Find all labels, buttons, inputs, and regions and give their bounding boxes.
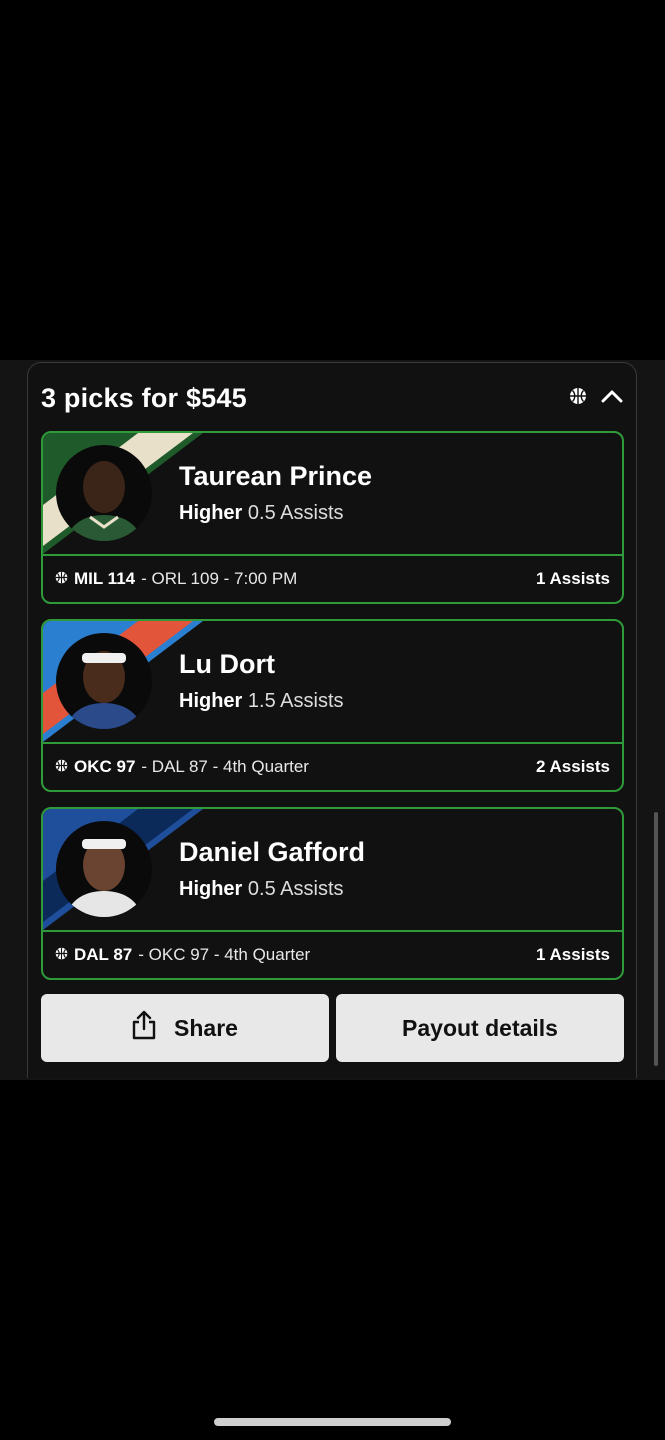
pick-card[interactable]: Lu Dort Higher 1.5 Assists OKC 97 - DAL … — [41, 619, 624, 792]
pick-summary: Daniel Gafford Higher 0.5 Assists — [43, 809, 622, 930]
game-matchup: - DAL 87 - 4th Quarter — [141, 757, 309, 776]
basketball-icon — [55, 945, 68, 965]
pick-direction: Higher — [179, 878, 243, 900]
card-title: 3 picks for $545 — [41, 382, 247, 413]
pick-line: Higher 0.5 Assists — [179, 502, 344, 525]
team-score: MIL 114 — [74, 569, 136, 588]
pick-card[interactable]: Daniel Gafford Higher 0.5 Assists DAL 87… — [41, 807, 624, 980]
scrollbar[interactable] — [654, 812, 658, 1066]
card-header: 3 picks for $545 — [41, 381, 623, 415]
basketball-icon — [55, 757, 68, 777]
pick-line: Higher 0.5 Assists — [179, 878, 344, 901]
pick-direction: Higher — [179, 690, 243, 712]
pick-summary: Taurean Prince Higher 0.5 Assists — [43, 433, 622, 554]
team-score: DAL 87 — [74, 945, 133, 964]
pick-result: 1 Assists — [535, 569, 610, 588]
player-avatar — [56, 821, 152, 917]
game-info: OKC 97 - DAL 87 - 4th Quarter — [55, 757, 309, 777]
pick-card[interactable]: Taurean Prince Higher 0.5 Assists MIL 11… — [41, 431, 624, 604]
pick-game-row: MIL 114 - ORL 109 - 7:00 PM 1 Assists — [43, 556, 622, 602]
pick-line: Higher 1.5 Assists — [179, 690, 344, 713]
header-icons — [569, 387, 623, 410]
share-label: Share — [174, 1014, 238, 1041]
basketball-icon — [55, 569, 68, 589]
game-info: MIL 114 - ORL 109 - 7:00 PM — [55, 569, 297, 589]
payout-details-label: Payout details — [402, 1014, 558, 1041]
basketball-icon — [569, 387, 587, 410]
player-name: Daniel Gafford — [179, 837, 366, 867]
pick-result: 2 Assists — [535, 757, 610, 776]
game-matchup: - ORL 109 - 7:00 PM — [141, 569, 298, 588]
pick-summary: Lu Dort Higher 1.5 Assists — [43, 621, 622, 742]
payout-details-button[interactable]: Payout details — [336, 994, 624, 1062]
pick-game-row: DAL 87 - OKC 97 - 4th Quarter 1 Assists — [43, 932, 622, 978]
game-matchup: - OKC 97 - 4th Quarter — [138, 945, 311, 964]
team-score: OKC 97 — [74, 757, 136, 776]
player-name: Taurean Prince — [179, 461, 373, 491]
pick-direction: Higher — [179, 502, 243, 524]
pick-stat-line: 0.5 Assists — [247, 878, 344, 900]
pick-result: 1 Assists — [535, 945, 610, 964]
chevron-up-icon[interactable] — [601, 389, 623, 408]
game-info: DAL 87 - OKC 97 - 4th Quarter — [55, 945, 310, 965]
player-avatar — [56, 633, 152, 729]
pick-stat-line: 0.5 Assists — [247, 502, 344, 524]
share-button[interactable]: Share — [41, 994, 329, 1062]
pick-stat-line: 1.5 Assists — [247, 690, 344, 712]
share-icon — [132, 1010, 156, 1046]
lineup-card: 3 picks for $545 Taurean Prince Higher 0… — [27, 362, 637, 1078]
player-avatar — [56, 445, 152, 541]
player-name: Lu Dort — [179, 649, 275, 679]
home-indicator[interactable] — [214, 1418, 451, 1426]
pick-game-row: OKC 97 - DAL 87 - 4th Quarter 2 Assists — [43, 744, 622, 790]
